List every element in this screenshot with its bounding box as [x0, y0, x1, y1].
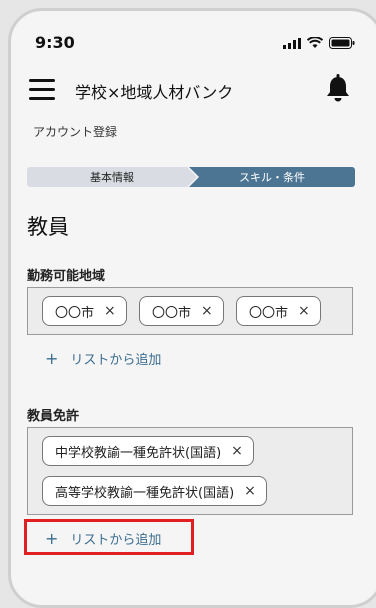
license-chip: 高等学校教諭一種免許状(国語) × [42, 476, 267, 506]
license-chip-label: 高等学校教諭一種免許状(国語) [55, 485, 235, 501]
close-icon[interactable]: × [201, 303, 213, 319]
phone-frame: 9:30 学校×地域人材バンク アカウント登録 基本情報 スキル・条件 教員 勤… [8, 8, 376, 608]
plus-icon: + [45, 349, 59, 368]
license-chip: 中学校教諭一種免許状(国語) × [42, 436, 254, 466]
progress-stepper: 基本情報 スキル・条件 [27, 167, 355, 187]
area-chip-label: 〇〇市 [249, 305, 289, 321]
bell-icon[interactable] [325, 73, 351, 103]
area-chip-label: 〇〇市 [152, 305, 192, 321]
step-basic-info[interactable]: 基本情報 [27, 167, 197, 187]
highlight-box [24, 519, 194, 555]
add-area-label: リストから追加 [70, 353, 162, 368]
area-chip-label: 〇〇市 [55, 305, 95, 321]
wifi-icon [307, 37, 323, 48]
step-skills-conditions[interactable]: スキル・条件 [189, 167, 355, 187]
areas-label: 勤務可能地域 [27, 269, 106, 284]
licenses-label: 教員免許 [27, 409, 80, 424]
page-label: アカウント登録 [33, 125, 118, 139]
app-title: 学校×地域人材バンク [75, 83, 234, 102]
areas-tag-box: 〇〇市 × 〇〇市 × 〇〇市 × [27, 287, 353, 335]
area-chip: 〇〇市 × [236, 296, 321, 326]
area-chip: 〇〇市 × [42, 296, 127, 326]
section-title: 教員 [27, 215, 69, 239]
add-area-from-list-button[interactable]: + リストから追加 [45, 349, 161, 368]
licenses-tag-box: 中学校教諭一種免許状(国語) × 高等学校教諭一種免許状(国語) × [27, 427, 353, 515]
close-icon[interactable]: × [104, 303, 116, 319]
close-icon[interactable]: × [244, 483, 256, 499]
close-icon[interactable]: × [231, 443, 243, 459]
signal-icon [283, 37, 301, 49]
screen: 9:30 学校×地域人材バンク アカウント登録 基本情報 スキル・条件 教員 勤… [11, 11, 376, 605]
app-header: 学校×地域人材バンク [11, 71, 376, 117]
license-chip-label: 中学校教諭一種免許状(国語) [55, 445, 222, 461]
battery-icon [329, 37, 355, 49]
menu-icon[interactable] [29, 79, 55, 101]
status-time: 9:30 [35, 33, 75, 52]
close-icon[interactable]: × [298, 303, 310, 319]
status-icons [283, 37, 355, 49]
area-chip: 〇〇市 × [139, 296, 224, 326]
